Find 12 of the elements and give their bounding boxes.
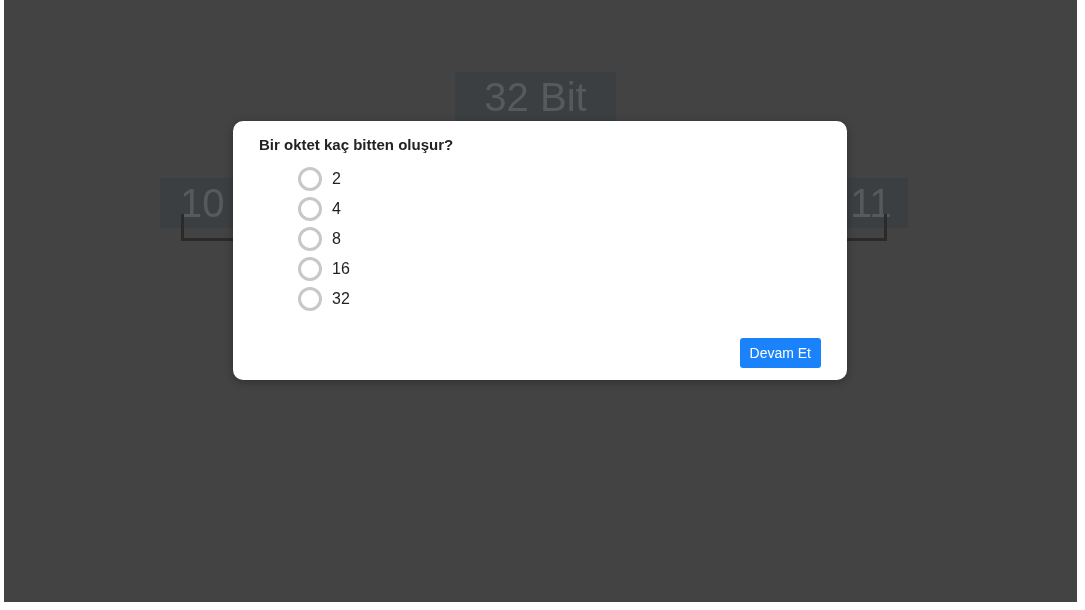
radio-button[interactable] bbox=[298, 257, 322, 281]
radio-button[interactable] bbox=[298, 287, 322, 311]
question-text: Bir oktet kaç bitten oluşur? bbox=[259, 136, 455, 153]
option-label[interactable]: 8 bbox=[332, 230, 341, 248]
radio-button[interactable] bbox=[298, 167, 322, 191]
radio-button[interactable] bbox=[298, 197, 322, 221]
option-label[interactable]: 16 bbox=[332, 260, 350, 278]
option-label[interactable]: 2 bbox=[332, 170, 341, 188]
continue-button[interactable]: Devam Et bbox=[739, 338, 821, 368]
option-label[interactable]: 4 bbox=[332, 200, 341, 218]
radio-button[interactable] bbox=[298, 227, 322, 251]
option-label[interactable]: 32 bbox=[332, 290, 350, 308]
